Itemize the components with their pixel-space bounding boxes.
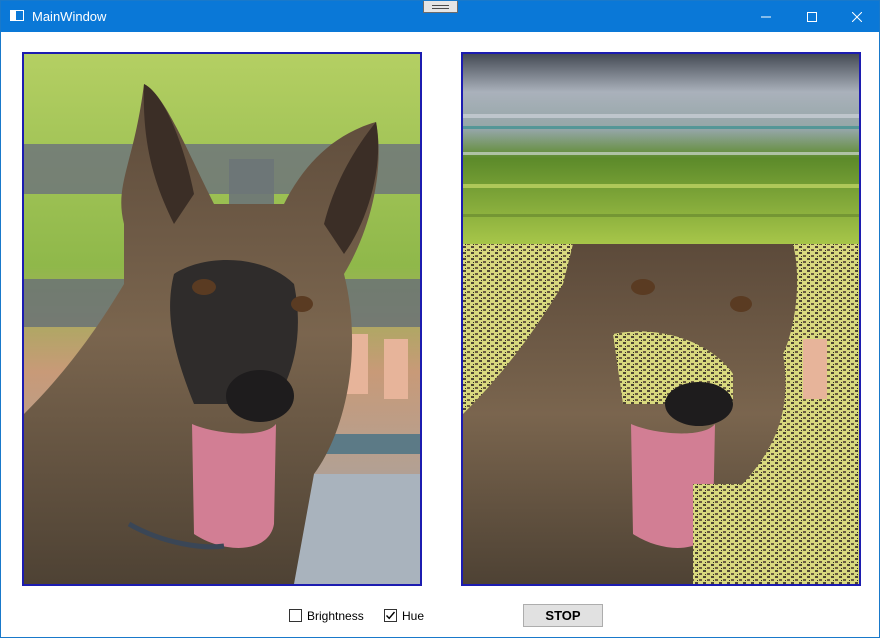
close-button[interactable] — [834, 1, 879, 32]
window-title: MainWindow — [32, 9, 107, 24]
app-icon — [10, 10, 24, 21]
brightness-checkbox[interactable] — [289, 609, 302, 622]
control-bar: Brightness Hue STOP — [1, 601, 879, 631]
brightness-label[interactable]: Brightness — [307, 609, 364, 623]
checkmark-icon — [385, 611, 396, 620]
maximize-icon — [807, 11, 817, 22]
processed-image-panel — [461, 52, 861, 586]
close-icon — [852, 11, 862, 22]
maximize-button[interactable] — [789, 1, 835, 32]
hue-label[interactable]: Hue — [402, 609, 424, 623]
main-window: MainWindow Brightness Hue STOP — [0, 0, 880, 638]
minimize-icon — [761, 16, 771, 17]
original-image-panel — [22, 52, 422, 586]
hue-checkbox[interactable] — [384, 609, 397, 622]
minimize-button[interactable] — [743, 1, 789, 32]
processed-dog-image — [463, 54, 859, 584]
toolbar-grip[interactable] — [423, 1, 458, 13]
stop-button[interactable]: STOP — [523, 604, 603, 627]
original-dog-image — [24, 54, 420, 584]
